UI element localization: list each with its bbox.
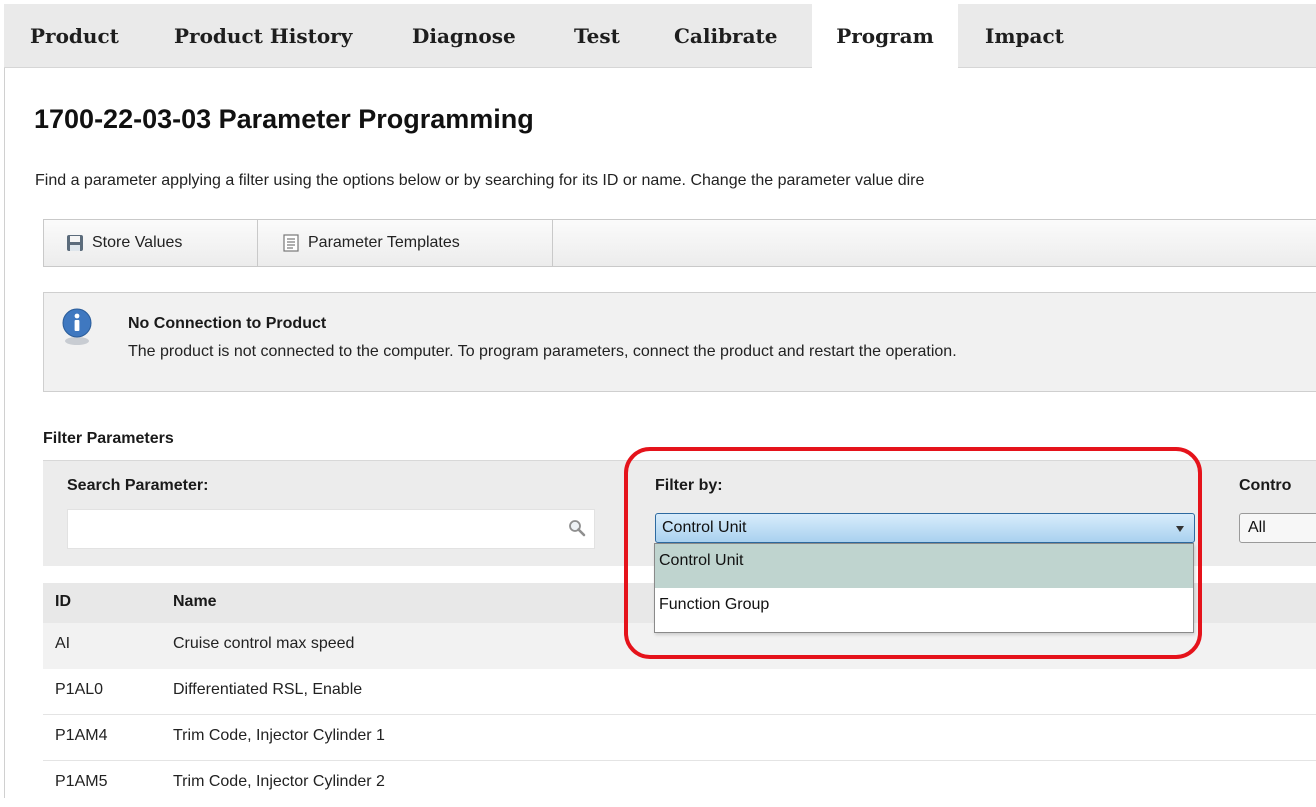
dropdown-option-control-unit[interactable]: Control Unit: [655, 544, 1193, 588]
no-connection-message: No Connection to Product The product is …: [43, 292, 1316, 392]
filter-heading: Filter Parameters: [43, 430, 174, 447]
filter-by-value: Control Unit: [662, 519, 747, 536]
search-input[interactable]: [74, 510, 558, 548]
toolbar-divider: [257, 220, 258, 266]
table-row[interactable]: P1AM4 Trim Code, Injector Cylinder 1: [43, 715, 1316, 761]
toolbar-divider: [552, 220, 553, 266]
row-name: Trim Code, Injector Cylinder 1: [173, 727, 385, 744]
table-row[interactable]: P1AM5 Trim Code, Injector Cylinder 2: [43, 761, 1316, 807]
store-values-label: Store Values: [92, 234, 183, 251]
page-intro: Find a parameter applying a filter using…: [35, 172, 925, 189]
tab-test[interactable]: Test: [574, 4, 620, 68]
search-label: Search Parameter:: [67, 477, 209, 494]
message-text: The product is not connected to the comp…: [128, 343, 957, 360]
row-id: AI: [55, 635, 71, 652]
column-header-name[interactable]: Name: [173, 593, 217, 611]
column-header-id[interactable]: ID: [55, 593, 71, 611]
control-unit-select[interactable]: All: [1239, 513, 1316, 543]
parameter-templates-button[interactable]: Parameter Templates: [282, 220, 460, 266]
chevron-down-icon: [1176, 526, 1184, 532]
filter-by-label: Filter by:: [655, 477, 723, 494]
content-border: [4, 68, 5, 798]
row-id: P1AL0: [55, 681, 104, 698]
dropdown-option-function-group[interactable]: Function Group: [655, 588, 1193, 632]
option-label: Control Unit: [659, 552, 744, 569]
tab-product-history[interactable]: Product History: [174, 4, 352, 68]
control-unit-value: All: [1248, 519, 1266, 536]
search-icon[interactable]: [568, 519, 586, 537]
store-values-button[interactable]: Store Values: [66, 220, 182, 266]
row-id: P1AM4: [55, 727, 108, 744]
row-name: Trim Code, Injector Cylinder 2: [173, 773, 385, 790]
tab-program[interactable]: Program: [812, 4, 958, 70]
option-label: Function Group: [659, 596, 770, 613]
info-icon: [62, 308, 92, 345]
message-title: No Connection to Product: [128, 315, 327, 332]
floppy-disk-icon: [67, 235, 83, 251]
toolbar: Store Values Parameter Templates: [43, 219, 1316, 267]
row-name: Differentiated RSL, Enable: [173, 681, 363, 698]
page-title: 1700-22-03-03 Parameter Programming: [34, 104, 534, 134]
row-id: P1AM5: [55, 773, 108, 790]
tab-product[interactable]: Product: [30, 4, 119, 68]
tab-diagnose[interactable]: Diagnose: [412, 4, 516, 68]
tab-impact[interactable]: Impact: [985, 4, 1064, 68]
tab-calibrate[interactable]: Calibrate: [674, 4, 778, 68]
filter-by-select[interactable]: Control Unit: [655, 513, 1195, 543]
document-list-icon: [283, 234, 299, 252]
table-row[interactable]: P1AL0 Differentiated RSL, Enable: [43, 669, 1316, 715]
row-name: Cruise control max speed: [173, 635, 355, 652]
top-nav: Product Product History Diagnose Test Ca…: [4, 4, 1316, 70]
parameter-templates-label: Parameter Templates: [308, 234, 460, 251]
filter-by-dropdown-list: Control Unit Function Group: [654, 543, 1194, 633]
control-unit-label: Contro: [1239, 477, 1292, 494]
search-field: [67, 509, 595, 549]
